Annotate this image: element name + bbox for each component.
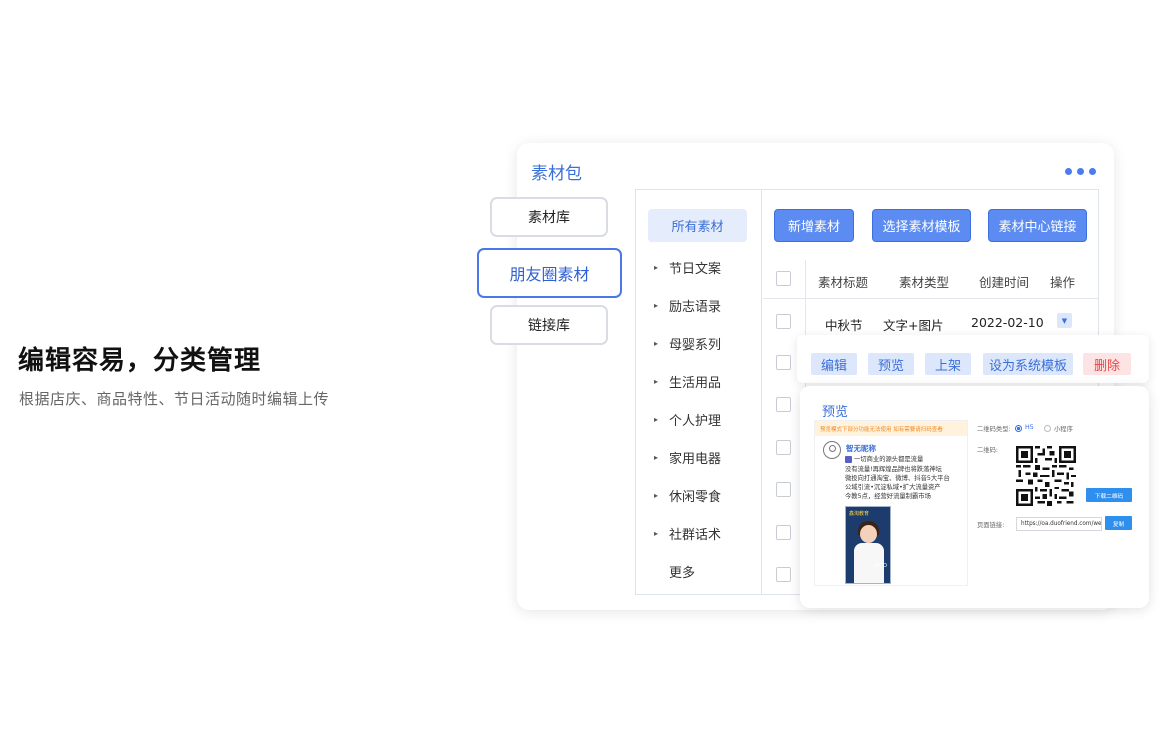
category-more[interactable]: 更多 (669, 562, 695, 581)
category-item[interactable]: ▸ 节日文案 (654, 258, 721, 277)
more-dots-icon[interactable] (1065, 168, 1096, 175)
preview-panel: 预览 预览模式下部分功能无法使用 如有需要请扫码查看 智无昵称 一切商业的源头都… (800, 386, 1149, 608)
select-all-checkbox[interactable] (776, 271, 791, 286)
radio-miniprogram[interactable] (1044, 425, 1051, 432)
radio-h5-label: H5 (1025, 424, 1034, 431)
preview-banner: 预览模式下部分功能无法使用 如有需要请扫码查看 (815, 421, 967, 436)
poster-logo: UIAO (874, 563, 887, 569)
post-line: 微投向打通淘宝、微博、抖音5大平台 (845, 475, 950, 482)
avatar-icon (823, 441, 841, 459)
row-checkbox[interactable] (776, 440, 791, 455)
category-item[interactable]: ▸ 休闲零食 (654, 486, 721, 505)
phone-preview: 预览模式下部分功能无法使用 如有需要请扫码查看 智无昵称 一切商业的源头都是流量… (814, 420, 968, 586)
page-link-input[interactable]: https://oa.duofriend.com/wel (1016, 517, 1102, 531)
row-checkbox[interactable] (776, 567, 791, 582)
tab-moments-material[interactable]: 朋友圈素材 (477, 248, 622, 298)
qr-type-label: 二维码类型: (977, 426, 1011, 433)
cell-title: 中秋节 (825, 318, 863, 333)
post-line: 今教5点，经营好流量制霸市场 (845, 493, 931, 500)
category-item[interactable]: ▸ 家用电器 (654, 448, 721, 467)
hero-subline: 根据店庆、商品特性、节日活动随时编辑上传 (19, 390, 330, 408)
tab-link-library[interactable]: 链接库 (490, 305, 608, 345)
publish-button[interactable]: 上架 (925, 353, 971, 375)
qr-code-icon (1016, 446, 1076, 506)
tag-icon (845, 455, 852, 463)
row-actions-panel: 编辑 预览 上架 设为系统模板 删除 (797, 335, 1149, 383)
category-item[interactable]: ▸ 个人护理 (654, 410, 721, 429)
category-all[interactable]: 所有素材 (648, 209, 747, 242)
preview-username: 智无昵称 (846, 444, 876, 453)
post-line: 没有流量!再辉煌品牌也将跌落神坛 (845, 466, 942, 473)
col-date: 创建时间 (979, 275, 1030, 290)
radio-h5[interactable] (1015, 425, 1022, 432)
category-item[interactable]: ▸ 母婴系列 (654, 334, 721, 353)
category-divider (761, 190, 762, 594)
category-item[interactable]: ▸ 励志语录 (654, 296, 721, 315)
row-checkbox[interactable] (776, 355, 791, 370)
col-title: 素材标题 (818, 275, 869, 290)
row-checkbox[interactable] (776, 525, 791, 540)
post-line: 公域引流•沉淀私域•扩大流量资产 (845, 484, 941, 491)
page-link-label: 页面链接: (977, 522, 1005, 529)
poster-title: 鑫淘教育 (849, 511, 870, 517)
post-line: 一切商业的源头都是流量 (845, 454, 923, 463)
poster-image: 鑫淘教育 UIAO (845, 506, 891, 584)
hero-headline: 编辑容易，分类管理 (18, 346, 262, 376)
edit-button[interactable]: 编辑 (811, 353, 857, 375)
row-checkbox[interactable] (776, 397, 791, 412)
category-item[interactable]: ▸ 社群话术 (654, 524, 721, 543)
row-checkbox[interactable] (776, 482, 791, 497)
delete-button[interactable]: 删除 (1083, 353, 1131, 375)
row-checkbox[interactable] (776, 314, 791, 329)
header-divider (763, 298, 1098, 299)
download-qr-button[interactable]: 下载二维码 (1086, 488, 1132, 502)
add-material-button[interactable]: 新增素材 (774, 209, 854, 242)
col-actions: 操作 (1050, 275, 1076, 290)
radio-miniprogram-label: 小程序 (1054, 426, 1073, 433)
preview-title: 预览 (822, 405, 849, 420)
cell-date: 2022-02-10 (971, 315, 1044, 330)
category-item[interactable]: ▸ 生活用品 (654, 372, 721, 391)
preview-button[interactable]: 预览 (868, 353, 914, 375)
cell-type: 文字+图片 (883, 318, 944, 333)
app-title: 素材包 (531, 164, 582, 184)
col-type: 素材类型 (899, 275, 950, 290)
qr-label: 二维码: (977, 447, 999, 454)
set-template-button[interactable]: 设为系统模板 (983, 353, 1073, 375)
copy-link-button[interactable]: 复制 (1105, 516, 1132, 530)
chevron-down-icon[interactable]: ▼ (1057, 313, 1072, 328)
choose-template-button[interactable]: 选择素材模板 (872, 209, 971, 242)
tab-material-library[interactable]: 素材库 (490, 197, 608, 237)
center-link-button[interactable]: 素材中心链接 (988, 209, 1087, 242)
